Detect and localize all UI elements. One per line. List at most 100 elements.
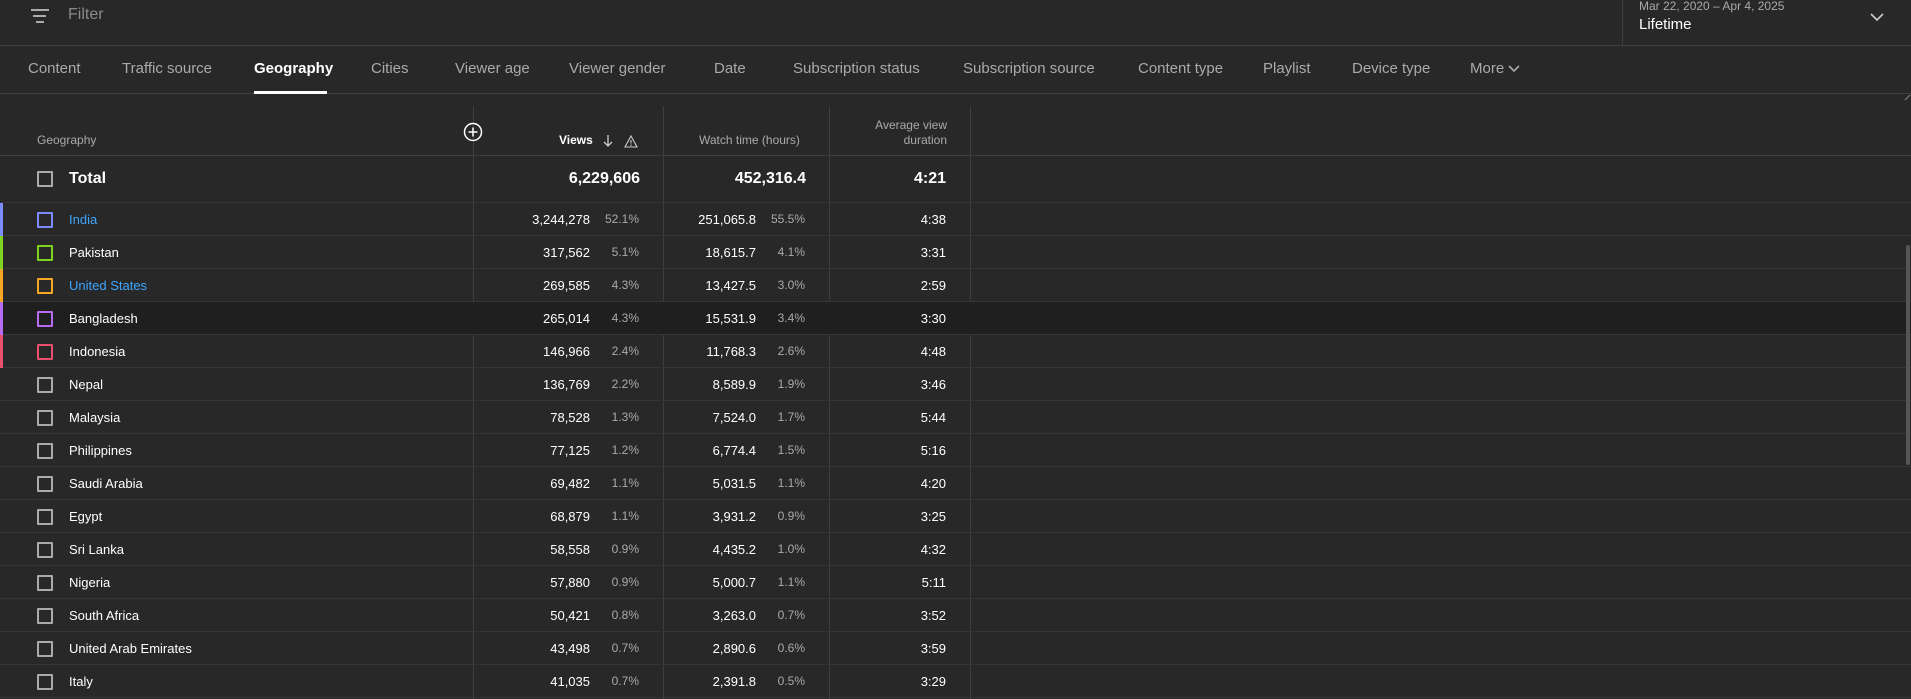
tab-viewer-gender[interactable]: Viewer gender xyxy=(569,60,665,77)
tab-geography[interactable]: Geography xyxy=(254,60,333,77)
row-watch-pct: 0.5% xyxy=(777,674,805,688)
row-watch-time: 2,391.8 xyxy=(712,674,756,689)
header-views[interactable]: Views xyxy=(559,133,593,147)
chevron-down-icon[interactable] xyxy=(1868,8,1886,26)
row-watch-pct: 0.9% xyxy=(777,509,805,523)
row-views-pct: 0.9% xyxy=(611,542,639,556)
table-row[interactable]: Nepal 136,769 2.2% 8,589.9 1.9% 3:46 xyxy=(0,368,1911,401)
tab-content[interactable]: Content xyxy=(28,60,81,77)
table-row[interactable]: Saudi Arabia 69,482 1.1% 5,031.5 1.1% 4:20 xyxy=(0,467,1911,500)
tab-more[interactable]: More xyxy=(1470,60,1521,77)
row-country-name[interactable]: India xyxy=(69,212,97,227)
row-views: 69,482 xyxy=(550,476,590,491)
row-country-name: South Africa xyxy=(69,608,140,623)
row-views-pct: 0.8% xyxy=(611,608,639,622)
row-country-name[interactable]: United States xyxy=(69,278,147,293)
row-checkbox[interactable] xyxy=(37,278,53,294)
row-checkbox[interactable] xyxy=(37,575,53,591)
table-row[interactable]: Sri Lanka 58,558 0.9% 4,435.2 1.0% 4:32 xyxy=(0,533,1911,566)
row-avg-duration: 4:48 xyxy=(920,344,946,359)
table-row[interactable]: Bangladesh 265,014 4.3% 15,531.9 3.4% 3:30 xyxy=(0,302,1911,335)
row-checkbox[interactable] xyxy=(37,641,53,657)
row-views-pct: 52.1% xyxy=(604,212,639,226)
tab-cities[interactable]: Cities xyxy=(371,60,409,77)
select-all-checkbox[interactable] xyxy=(37,171,53,187)
tab-viewer-age[interactable]: Viewer age xyxy=(455,60,530,77)
row-checkbox[interactable] xyxy=(37,311,53,327)
row-views-pct: 4.3% xyxy=(611,311,639,325)
row-views: 317,562 xyxy=(543,245,590,260)
row-views-pct: 1.3% xyxy=(611,410,639,424)
date-period-label: Lifetime xyxy=(1639,16,1692,33)
row-watch-time: 11,768.3 xyxy=(706,344,756,359)
row-views: 136,769 xyxy=(543,377,590,392)
tab-content-type[interactable]: Content type xyxy=(1138,60,1223,77)
series-color-bar xyxy=(0,269,3,302)
tab-subscription-status[interactable]: Subscription status xyxy=(793,60,920,77)
row-country-name: Pakistan xyxy=(69,245,119,260)
table-row[interactable]: Nigeria 57,880 0.9% 5,000.7 1.1% 5:11 xyxy=(0,566,1911,599)
row-watch-time: 2,890.6 xyxy=(712,641,756,656)
row-views-pct: 4.3% xyxy=(611,278,639,292)
table-row[interactable]: United States 269,585 4.3% 13,427.5 3.0% 2:59 xyxy=(0,269,1911,302)
total-label: Total xyxy=(69,170,107,187)
row-country-name: Malaysia xyxy=(69,410,121,425)
row-checkbox[interactable] xyxy=(37,245,53,261)
row-watch-time: 4,435.2 xyxy=(712,542,756,557)
table-row[interactable]: Philippines 77,125 1.2% 6,774.4 1.5% 5:16 xyxy=(0,434,1911,467)
row-avg-duration: 2:59 xyxy=(920,278,946,293)
row-country-name: Philippines xyxy=(69,443,132,458)
row-avg-duration: 5:16 xyxy=(920,443,946,458)
header-avg-duration-line1[interactable]: Average view xyxy=(873,118,947,132)
row-views-pct: 2.2% xyxy=(611,377,639,391)
row-watch-pct: 1.0% xyxy=(777,542,805,556)
row-checkbox[interactable] xyxy=(37,410,53,426)
series-color-bar xyxy=(0,203,3,236)
table-row[interactable]: South Africa 50,421 0.8% 3,263.0 0.7% 3:52 xyxy=(0,599,1911,632)
row-checkbox[interactable] xyxy=(37,212,53,228)
table-row[interactable]: India 3,244,278 52.1% 251,065.8 55.5% 4:38 xyxy=(0,203,1911,236)
tab-device-type[interactable]: Device type xyxy=(1352,60,1430,77)
row-watch-time: 6,774.4 xyxy=(712,443,756,458)
row-views-pct: 1.2% xyxy=(611,443,639,457)
row-checkbox[interactable] xyxy=(37,509,53,525)
row-checkbox[interactable] xyxy=(37,344,53,360)
date-range-selector[interactable]: Mar 22, 2020 – Apr 4, 2025 Lifetime xyxy=(1622,0,1911,46)
row-checkbox[interactable] xyxy=(37,377,53,393)
table-row[interactable]: Egypt 68,879 1.1% 3,931.2 0.9% 3:25 xyxy=(0,500,1911,533)
row-watch-pct: 55.5% xyxy=(770,212,805,226)
table-row[interactable]: Indonesia 146,966 2.4% 11,768.3 2.6% 4:48 xyxy=(0,335,1911,368)
tab-playlist[interactable]: Playlist xyxy=(1263,60,1311,77)
row-country-name: Italy xyxy=(69,674,93,689)
row-checkbox[interactable] xyxy=(37,443,53,459)
sort-descending-icon[interactable] xyxy=(602,134,614,148)
row-views-pct: 5.1% xyxy=(611,245,639,259)
warning-icon[interactable] xyxy=(624,135,638,148)
table-row[interactable]: United Arab Emirates 43,498 0.7% 2,890.6 0.6… xyxy=(0,632,1911,665)
tab-subscription-source[interactable]: Subscription source xyxy=(963,60,1095,77)
total-views: 6,229,606 xyxy=(568,170,640,187)
row-checkbox[interactable] xyxy=(37,608,53,624)
vertical-scrollbar[interactable] xyxy=(1906,245,1910,465)
header-geography[interactable]: Geography xyxy=(37,133,96,147)
row-watch-pct: 1.5% xyxy=(777,443,805,457)
row-watch-pct: 0.7% xyxy=(777,608,805,622)
row-avg-duration: 3:29 xyxy=(920,674,946,689)
table-row[interactable]: Malaysia 78,528 1.3% 7,524.0 1.7% 5:44 xyxy=(0,401,1911,434)
row-checkbox[interactable] xyxy=(37,542,53,558)
chevron-down-icon xyxy=(1508,65,1520,73)
filter-input[interactable]: Filter xyxy=(68,6,104,24)
filter-icon[interactable] xyxy=(31,8,51,26)
row-watch-pct: 3.4% xyxy=(777,311,805,325)
table-row[interactable]: Italy 41,035 0.7% 2,391.8 0.5% 3:29 xyxy=(0,665,1911,698)
row-watch-pct: 1.7% xyxy=(777,410,805,424)
tab-traffic-source[interactable]: Traffic source xyxy=(122,60,212,77)
row-checkbox[interactable] xyxy=(37,476,53,492)
row-views-pct: 0.7% xyxy=(611,641,639,655)
row-checkbox[interactable] xyxy=(37,674,53,690)
header-watch-time[interactable]: Watch time (hours) xyxy=(699,133,800,147)
add-column-icon[interactable] xyxy=(463,122,483,142)
table-row[interactable]: Pakistan 317,562 5.1% 18,615.7 4.1% 3:31 xyxy=(0,236,1911,269)
tab-date[interactable]: Date xyxy=(714,60,746,77)
header-avg-duration-line2[interactable]: duration xyxy=(873,133,947,147)
